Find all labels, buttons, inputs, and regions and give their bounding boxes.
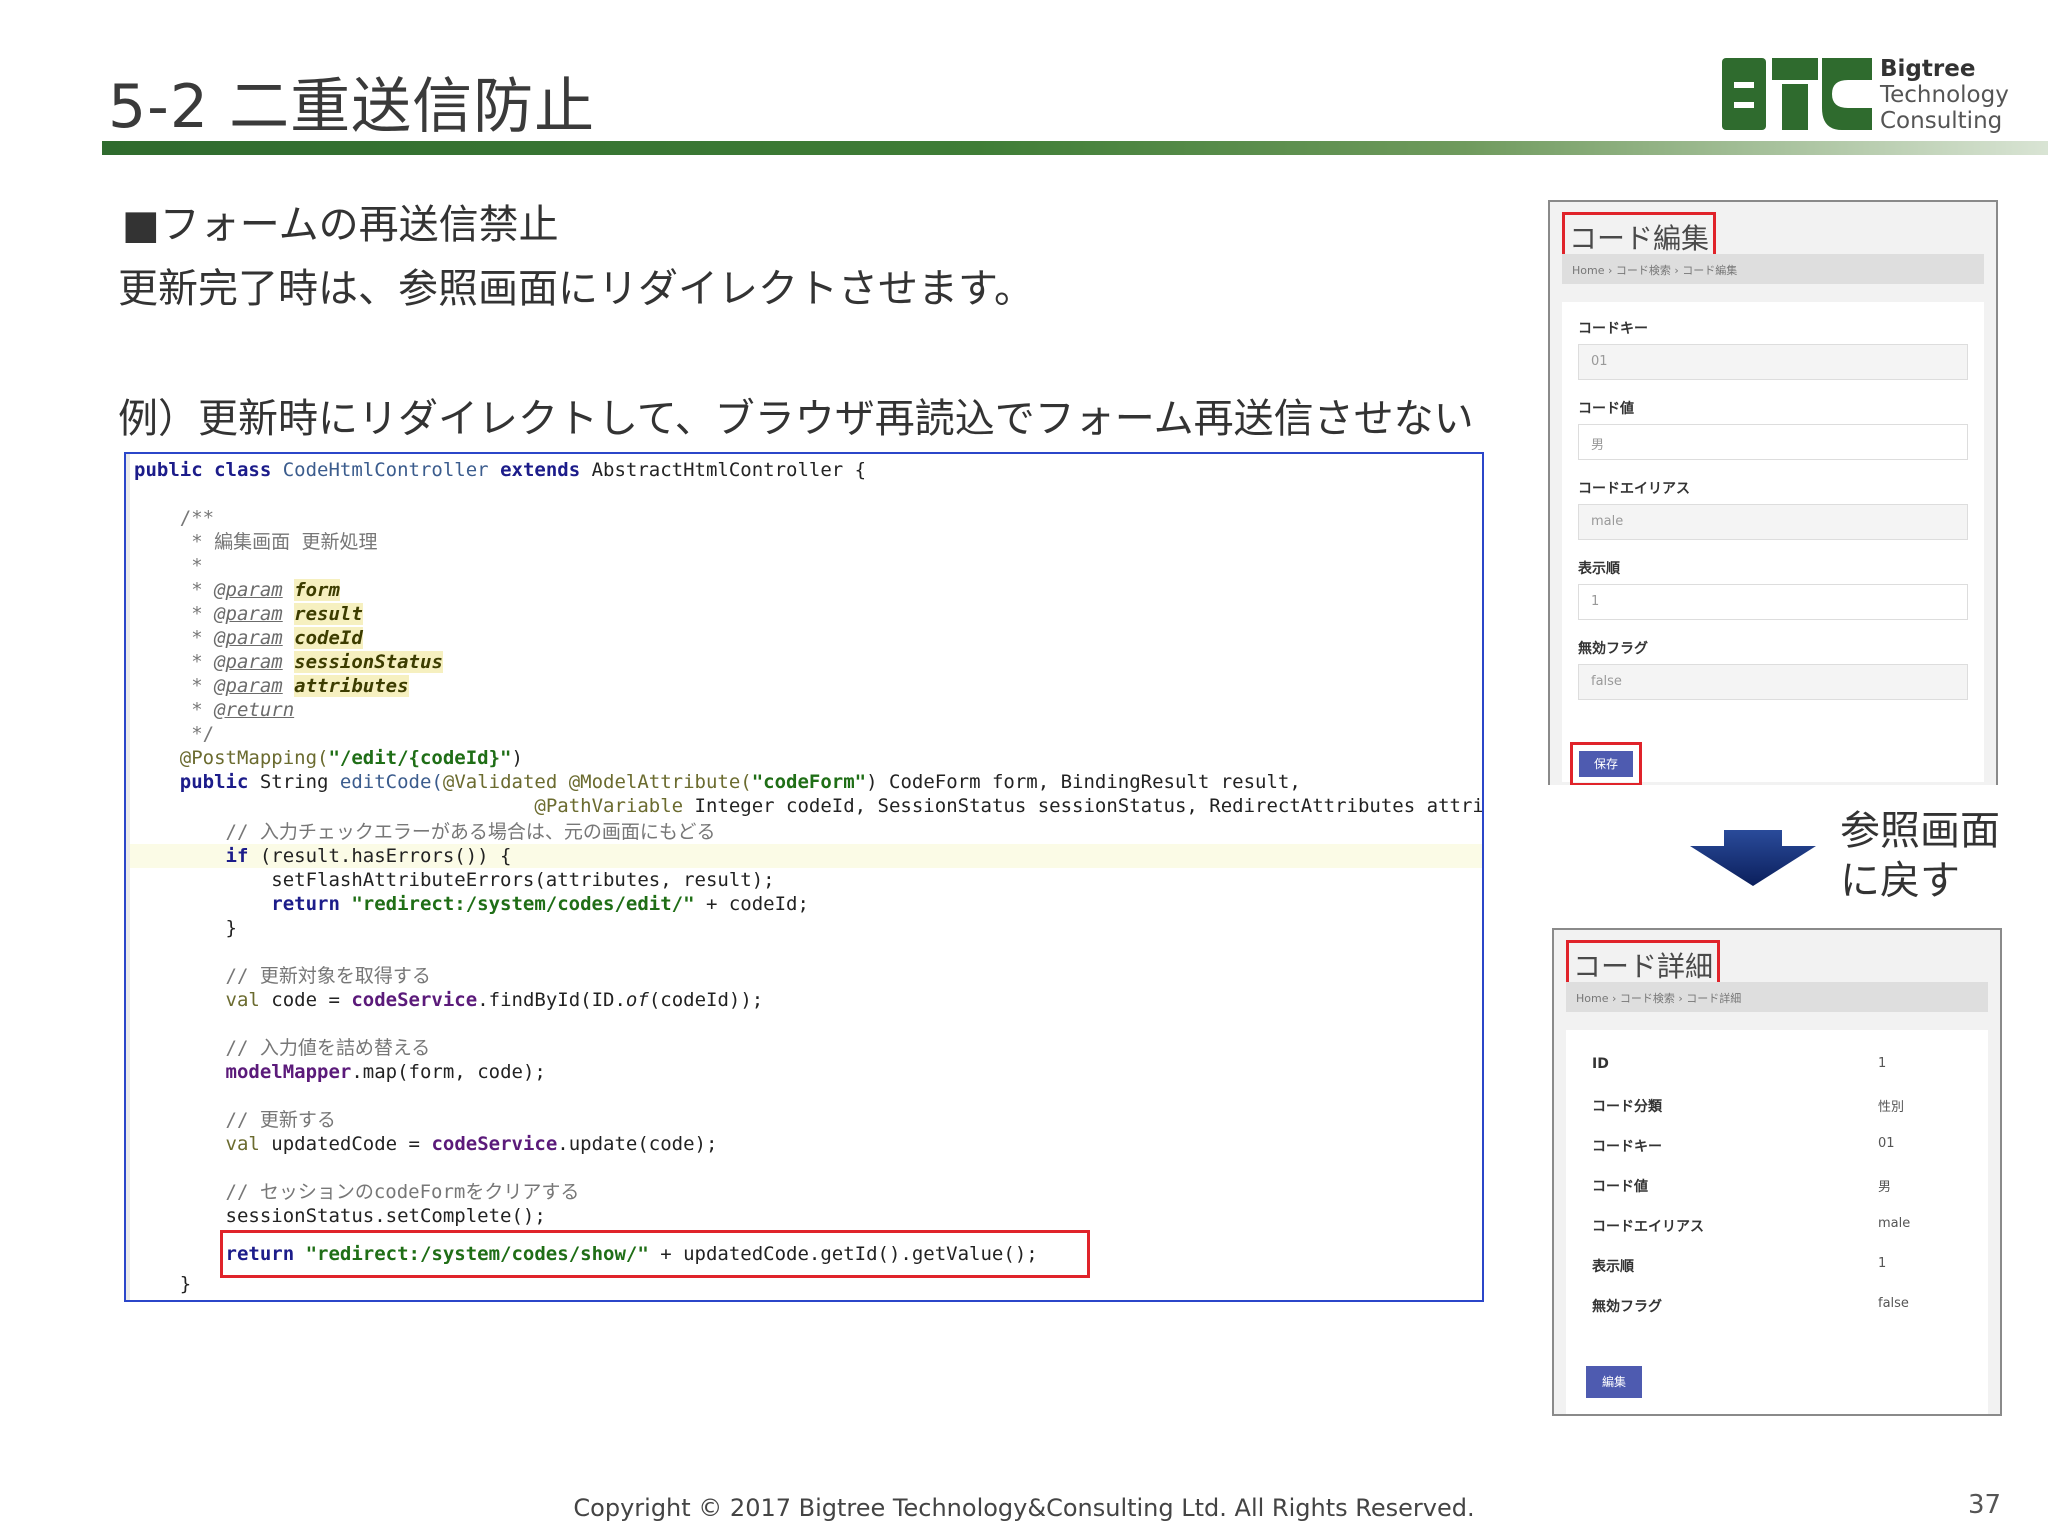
edit-form: コードキー 01 コード値 男 コードエイリアス male 表示順 1 無効フラ… xyxy=(1562,302,1984,782)
code-line: public class CodeHtmlController extends … xyxy=(134,459,867,481)
code-line: val updatedCode = codeService.update(cod… xyxy=(134,1133,718,1155)
detail-label: ID xyxy=(1592,1056,1609,1072)
code-line: // セッションのcodeFormをクリアする xyxy=(134,1181,580,1203)
code-screenshot: public class CodeHtmlController extends … xyxy=(124,452,1484,1302)
code-line: // 入力チェックエラーがある場合は、元の画面にもどる xyxy=(134,821,716,843)
edit-button[interactable]: 編集 xyxy=(1586,1366,1642,1398)
breadcrumb: Home › コード検索 › コード詳細 xyxy=(1566,982,1988,1012)
logo-text-technology: Technology xyxy=(1880,82,2009,108)
code-line: } xyxy=(134,1273,192,1295)
description-text: 更新完了時は、参照画面にリダイレクトさせます。 xyxy=(118,266,1034,312)
highlight-redirect-box xyxy=(220,1230,1090,1278)
detail-label: コード値 xyxy=(1592,1179,1648,1195)
arrow-note-line2: に戻す xyxy=(1840,858,1960,904)
detail-value: 01 xyxy=(1878,1136,1895,1151)
field-label: コード値 xyxy=(1578,401,1634,417)
code-line: setFlashAttributeErrors(attributes, resu… xyxy=(134,869,775,891)
code-line: public String editCode(@Validated @Model… xyxy=(134,771,1301,793)
detail-value: 1 xyxy=(1878,1056,1887,1071)
code-line: modelMapper.map(form, code); xyxy=(225,1061,546,1083)
detail-value: 性別 xyxy=(1878,1100,1905,1115)
save-button[interactable]: 保存 xyxy=(1579,751,1633,777)
invalid-flag-input[interactable]: false xyxy=(1578,664,1968,700)
code-line: /** xyxy=(134,507,215,529)
detail-screen-screenshot: コード詳細 Home › コード検索 › コード詳細 ID 1 コード分類 性別… xyxy=(1552,928,2002,1416)
detail-label: コードエイリアス xyxy=(1592,1219,1704,1235)
code-line: // 更新する xyxy=(134,1109,336,1131)
code-line: @PathVariable Integer codeId, SessionSta… xyxy=(534,795,1484,817)
code-line: * @return xyxy=(134,699,295,721)
save-button-highlight: 保存 xyxy=(1570,742,1642,785)
detail-value: false xyxy=(1878,1296,1909,1311)
detail-label: コードキー xyxy=(1592,1139,1662,1155)
code-line: // 更新対象を取得する xyxy=(134,965,431,987)
code-line: @PostMapping("/edit/{codeId}") xyxy=(134,747,523,769)
code-value-input[interactable]: 男 xyxy=(1578,424,1968,460)
code-line: val code = codeService.findById(ID.of(co… xyxy=(134,989,764,1011)
company-logo: Bigtree Technology Consulting xyxy=(1722,56,2022,136)
title-underline-bar xyxy=(102,141,2048,155)
code-line: // 入力値を詰め替える xyxy=(134,1037,431,1059)
code-line: * @param sessionStatus xyxy=(134,651,443,673)
detail-label: 表示順 xyxy=(1592,1259,1634,1275)
code-line: * xyxy=(134,555,203,577)
page-number: 37 xyxy=(1968,1490,2002,1520)
breadcrumb: Home › コード検索 › コード編集 xyxy=(1562,254,1984,284)
editor-gutter xyxy=(126,454,130,1300)
code-key-input[interactable]: 01 xyxy=(1578,344,1968,380)
arrow-down-icon xyxy=(1690,830,1816,886)
detail-label: 無効フラグ xyxy=(1592,1299,1662,1315)
example-text: 例）更新時にリダイレクトして、ブラウザ再読込でフォーム再送信させない xyxy=(118,396,1474,442)
arrow-note-line1: 参照画面 xyxy=(1840,808,2000,854)
detail-value: 1 xyxy=(1878,1256,1887,1271)
code-line: if (result.hasErrors()) { xyxy=(134,845,512,867)
code-line: sessionStatus.setComplete(); xyxy=(134,1205,546,1227)
logo-text-bigtree: Bigtree xyxy=(1880,56,1976,82)
copyright-text: Copyright © 2017 Bigtree Technology&Cons… xyxy=(573,1494,1475,1522)
detail-value: 男 xyxy=(1878,1180,1892,1195)
code-line: } xyxy=(134,917,237,939)
code-line: * @param codeId xyxy=(134,627,363,649)
logo-text-consulting: Consulting xyxy=(1880,108,2003,134)
field-label: コードキー xyxy=(1578,321,1648,337)
btc-logo-icon xyxy=(1722,58,1872,130)
code-alias-input[interactable]: male xyxy=(1578,504,1968,540)
code-line: * 編集画面 更新処理 xyxy=(134,531,378,553)
arrow-note: 参照画面 に戻す xyxy=(1840,806,2000,906)
edit-screen-screenshot: コード編集 Home › コード検索 › コード編集 コードキー 01 コード値… xyxy=(1548,200,1998,785)
code-line: * @param form xyxy=(134,579,340,601)
display-order-input[interactable]: 1 xyxy=(1578,584,1968,620)
bullet-heading: ■フォームの再送信禁止 xyxy=(122,202,559,248)
field-label: コードエイリアス xyxy=(1578,481,1690,497)
slide-title: 5-2 二重送信防止 xyxy=(108,72,596,142)
code-line: * @param attributes xyxy=(134,675,409,697)
detail-value: male xyxy=(1878,1216,1911,1231)
detail-label: コード分類 xyxy=(1592,1099,1662,1115)
code-line: */ xyxy=(134,723,215,745)
field-label: 表示順 xyxy=(1578,561,1620,577)
code-line: return "redirect:/system/codes/edit/" + … xyxy=(134,893,809,915)
field-label: 無効フラグ xyxy=(1578,641,1648,657)
code-line: * @param result xyxy=(134,603,363,625)
